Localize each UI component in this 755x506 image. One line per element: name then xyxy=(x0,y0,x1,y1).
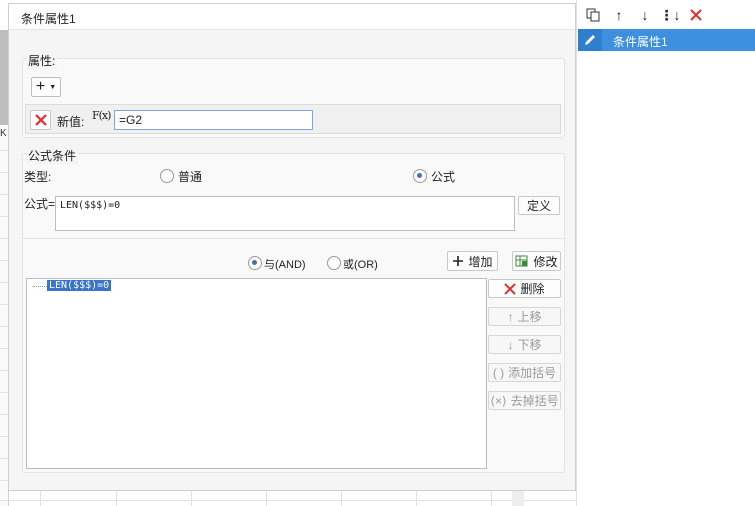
remove-brackets-icon: ⟨×⟩ xyxy=(490,393,507,408)
dropdown-arrow-icon: ▼ xyxy=(49,83,57,91)
close-icon xyxy=(504,282,517,295)
condition-list-item[interactable]: LEN($$$)=0 xyxy=(47,280,112,291)
condition-item-label: 条件属性1 xyxy=(613,35,668,49)
brackets-icon: ( ) xyxy=(492,365,505,380)
condition-list-panel: ↑ ↓ ⋮↓ 条件属性1 xyxy=(576,0,755,506)
dialog-title-bar: 条件属性1 xyxy=(9,4,575,30)
condition-list[interactable]: LEN($$$)=0 xyxy=(26,278,487,469)
add-property-button[interactable]: + ▼ xyxy=(31,77,61,97)
modify-condition-button[interactable]: 修改 xyxy=(512,251,561,271)
formula-label: 公式= xyxy=(24,197,56,211)
plus-icon: + xyxy=(35,78,46,95)
radio-and-label: 与(AND) xyxy=(264,259,306,271)
remove-bracket-label: 去掉括号 xyxy=(510,394,559,408)
radio-normal-circle xyxy=(160,169,174,183)
delete-condition-button[interactable]: 删除 xyxy=(488,279,561,298)
radio-normal-label: 普通 xyxy=(178,170,203,184)
add-bracket-label: 添加括号 xyxy=(508,366,557,380)
new-value-label: 新值: xyxy=(57,115,85,129)
move-to-bottom-button[interactable]: ⋮↓ xyxy=(659,6,681,24)
radio-formula-circle xyxy=(413,169,427,183)
new-value-input[interactable]: =G2 xyxy=(114,110,313,130)
column-header-k: K xyxy=(0,128,7,139)
type-label: 类型: xyxy=(24,170,52,184)
properties-group-label: 属性: xyxy=(26,52,58,69)
pencil-icon xyxy=(585,35,595,45)
delete-toolbar-button[interactable] xyxy=(687,6,705,24)
define-button[interactable]: 定义 xyxy=(518,196,560,215)
radio-and[interactable]: 与(AND) xyxy=(248,255,318,271)
move-down-button[interactable]: ↓ 下移 xyxy=(488,335,561,354)
plus-icon xyxy=(453,256,464,266)
radio-formula-label: 公式 xyxy=(431,170,456,184)
copy-icon xyxy=(586,8,600,22)
move-down-label: 下移 xyxy=(517,338,542,352)
add-condition-button[interactable]: 增加 xyxy=(447,251,498,271)
radio-normal[interactable]: 普通 xyxy=(160,168,220,184)
radio-and-circle xyxy=(248,256,262,270)
formula-condition-group-label: 公式条件 xyxy=(26,147,79,164)
radio-or[interactable]: 或(OR) xyxy=(327,255,397,271)
delete-property-button[interactable] xyxy=(30,110,51,130)
close-icon xyxy=(690,9,702,21)
add-condition-label: 增加 xyxy=(468,254,493,269)
move-down-toolbar-button[interactable]: ↓ xyxy=(636,6,654,24)
copy-button[interactable] xyxy=(584,6,602,24)
arrow-down-icon: ↓ xyxy=(507,337,514,352)
move-bottom-icon: ⋮↓ xyxy=(659,6,681,23)
close-icon xyxy=(34,114,47,126)
divider xyxy=(22,238,565,239)
remove-bracket-button[interactable]: ⟨×⟩ 去掉括号 xyxy=(488,391,561,410)
tree-connector xyxy=(33,286,47,287)
arrow-down-icon: ↓ xyxy=(641,7,649,23)
modify-condition-label: 修改 xyxy=(533,254,558,269)
add-bracket-button[interactable]: ( ) 添加括号 xyxy=(488,363,561,382)
delete-condition-label: 删除 xyxy=(520,282,545,296)
move-up-toolbar-button[interactable]: ↑ xyxy=(610,6,628,24)
radio-or-circle xyxy=(327,256,341,270)
formula-editor-button[interactable]: F(x) xyxy=(92,109,114,131)
radio-or-label: 或(OR) xyxy=(343,259,378,271)
move-up-label: 上移 xyxy=(517,310,542,324)
condition-item-selected[interactable]: 条件属性1 xyxy=(578,29,755,51)
edit-icon-cell xyxy=(578,29,602,51)
arrow-up-icon: ↑ xyxy=(615,7,623,23)
condition-properties-dialog: 条件属性1 属性: + ▼ 新值: F(x) =G2 公式条件 类型: 普通 公… xyxy=(8,3,576,491)
formula-textarea[interactable]: LEN($$$)=0 xyxy=(55,196,515,231)
dialog-title: 条件属性1 xyxy=(21,12,76,26)
edit-table-icon xyxy=(515,255,528,267)
radio-formula[interactable]: 公式 xyxy=(413,168,473,184)
move-up-button[interactable]: ↑ 上移 xyxy=(488,307,561,326)
fx-icon: F(x) xyxy=(92,109,111,122)
arrow-up-icon: ↑ xyxy=(507,309,514,324)
